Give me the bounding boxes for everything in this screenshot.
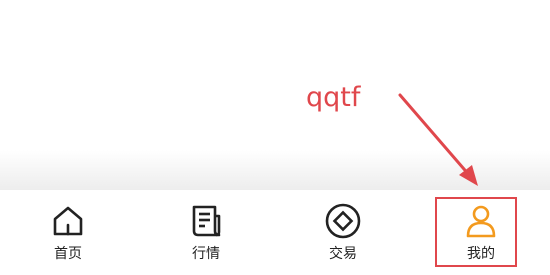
annotation-highlight-box [435, 197, 517, 267]
news-icon [187, 202, 225, 240]
tab-trade-label: 交易 [329, 246, 357, 262]
tab-home-label: 首页 [54, 246, 82, 262]
tab-market-label: 行情 [192, 246, 220, 262]
tab-home[interactable]: 首页 [23, 190, 113, 275]
tab-market[interactable]: 行情 [161, 190, 251, 275]
tab-trade[interactable]: 交易 [298, 190, 388, 275]
content-bottom-fade [0, 150, 550, 190]
trade-icon [324, 202, 362, 240]
annotation-label: qqtf [306, 82, 361, 113]
home-icon [49, 202, 87, 240]
